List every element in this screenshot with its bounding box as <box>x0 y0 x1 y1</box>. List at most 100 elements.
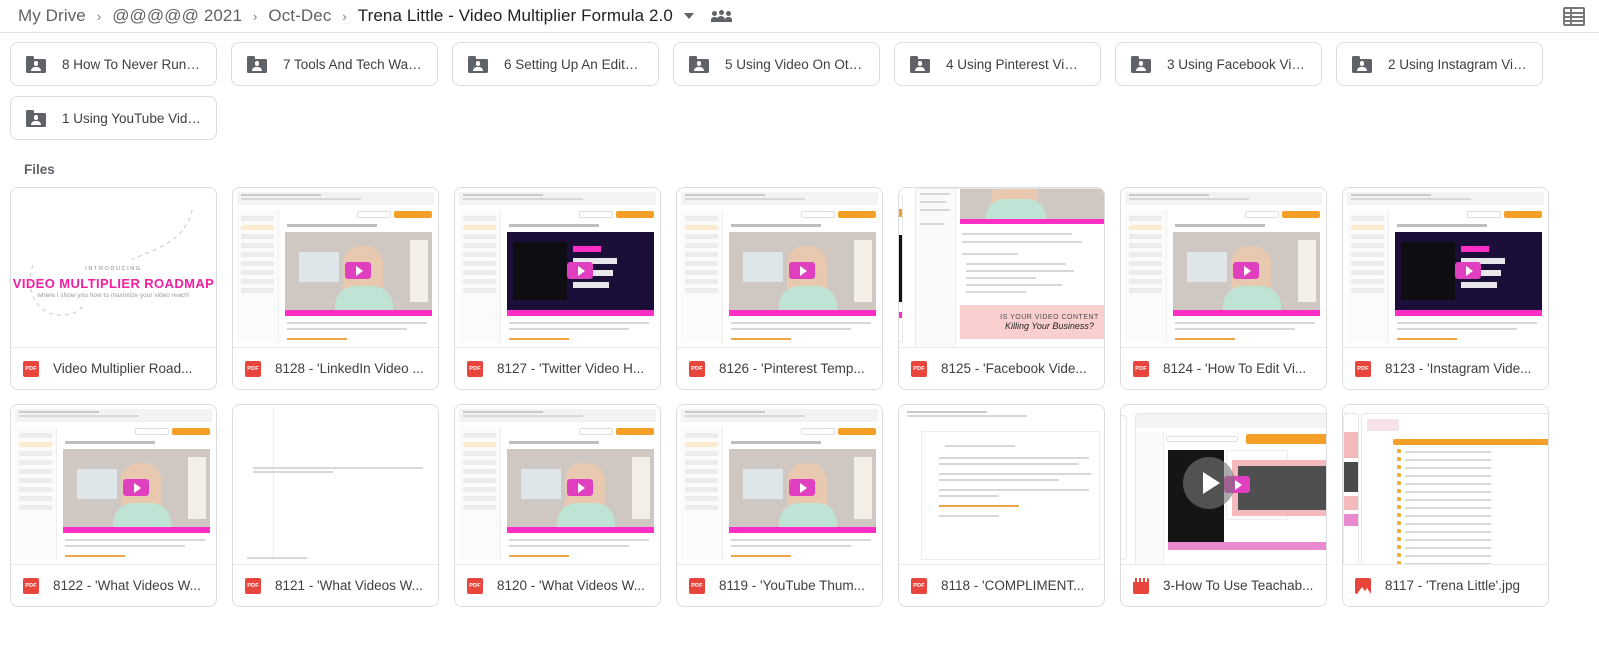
breadcrumb-separator: › <box>253 8 258 24</box>
file-name: 3-How To Use Teachab... <box>1163 578 1314 593</box>
folder-chip[interactable]: 1 Using YouTube Video <box>10 96 217 140</box>
folder-chip[interactable]: 7 Tools And Tech Walk... <box>231 42 438 86</box>
breadcrumb-item-year[interactable]: @@@@@ 2021 <box>112 6 242 26</box>
folder-chip[interactable]: 6 Setting Up An Editori... <box>452 42 659 86</box>
breadcrumb-item-current-folder[interactable]: Trena Little - Video Multiplier Formula … <box>358 6 673 26</box>
file-thumbnail <box>1343 405 1548 564</box>
file-card[interactable]: PDF 8122 - 'What Videos W... <box>10 404 217 607</box>
file-card[interactable]: 8117 - 'Trena Little'.jpg <box>1342 404 1549 607</box>
shared-folder-icon <box>689 55 709 73</box>
pdf-file-icon: PDF <box>467 577 483 594</box>
shared-folder-icon <box>247 55 267 73</box>
file-thumbnail <box>1121 405 1326 564</box>
file-card[interactable]: PDF 8119 - 'YouTube Thum... <box>676 404 883 607</box>
file-card[interactable]: PDF 8121 - 'What Videos W... <box>232 404 439 607</box>
file-card-footer: PDF 8122 - 'What Videos W... <box>11 564 216 606</box>
roadmap-intro: INTRODUCING <box>85 266 142 272</box>
file-card-footer: PDF 8121 - 'What Videos W... <box>233 564 438 606</box>
file-card[interactable]: 3-How To Use Teachab... <box>1120 404 1327 607</box>
pdf-file-icon: PDF <box>689 577 705 594</box>
shared-folder-icon <box>468 55 488 73</box>
folder-chip-label: 3 Using Facebook Video <box>1167 56 1306 72</box>
roadmap-subtitle: where I show you how to maximize your vi… <box>37 292 190 299</box>
file-name: 8119 - 'YouTube Thum... <box>719 578 865 593</box>
file-card[interactable]: INTRODUCING VIDEO MULTIPLIER ROADMAP where… <box>10 187 217 390</box>
file-name: Video Multiplier Road... <box>53 361 193 376</box>
video-page-preview <box>677 188 882 347</box>
file-card[interactable]: PDF 8124 - 'How To Edit Vi... <box>1120 187 1327 390</box>
play-icon[interactable] <box>789 262 815 279</box>
file-thumbnail <box>899 405 1104 564</box>
folder-chip[interactable]: 2 Using Instagram Vid... <box>1336 42 1543 86</box>
file-card[interactable]: PDF 8118 - 'COMPLIMENT... <box>898 404 1105 607</box>
file-card-footer: PDF 8123 - 'Instagram Vide... <box>1343 347 1548 389</box>
video-banner-preview: IS YOUR VIDEO CONTENT Killing Your Busine… <box>899 188 1104 347</box>
file-card-footer: PDF 8128 - 'LinkedIn Video ... <box>233 347 438 389</box>
folder-chip[interactable]: 5 Using Video On Othe... <box>673 42 880 86</box>
list-view-icon[interactable] <box>1563 6 1585 26</box>
video-file-icon <box>1133 577 1149 594</box>
video-page-preview <box>455 188 660 347</box>
pdf-file-icon: PDF <box>23 577 39 594</box>
play-icon[interactable] <box>567 262 593 279</box>
breadcrumb-item-my-drive[interactable]: My Drive <box>18 6 86 26</box>
top-bar: My Drive › @@@@@ 2021 › Oct-Dec › Trena … <box>0 0 1599 33</box>
file-thumbnail <box>455 188 660 347</box>
file-card-footer: PDF 8119 - 'YouTube Thum... <box>677 564 882 606</box>
file-card-footer: 3-How To Use Teachab... <box>1121 564 1326 606</box>
file-name: 8126 - 'Pinterest Temp... <box>719 361 865 376</box>
play-icon[interactable] <box>123 479 149 496</box>
video-page-preview <box>1343 188 1548 347</box>
play-icon[interactable] <box>567 479 593 496</box>
folder-chip[interactable]: 3 Using Facebook Video <box>1115 42 1322 86</box>
file-thumbnail <box>11 405 216 564</box>
pdf-file-icon: PDF <box>1133 360 1149 377</box>
file-thumbnail <box>1343 188 1548 347</box>
file-card[interactable]: IS YOUR VIDEO CONTENT Killing Your Busine… <box>898 187 1105 390</box>
pdf-file-icon: PDF <box>245 577 261 594</box>
chevron-down-icon[interactable] <box>683 13 694 19</box>
shared-folder-icon <box>26 109 46 127</box>
file-card-footer: 8117 - 'Trena Little'.jpg <box>1343 564 1548 606</box>
file-thumbnail <box>233 405 438 564</box>
file-name: 8117 - 'Trena Little'.jpg <box>1385 578 1520 593</box>
play-icon[interactable] <box>1233 262 1259 279</box>
shared-folder-icon <box>910 55 930 73</box>
folder-chip[interactable]: 4 Using Pinterest Video <box>894 42 1101 86</box>
file-thumbnail: IS YOUR VIDEO CONTENT Killing Your Busine… <box>899 188 1104 347</box>
play-icon[interactable] <box>789 479 815 496</box>
folder-chip-label: 6 Setting Up An Editori... <box>504 56 643 72</box>
file-name: 8121 - 'What Videos W... <box>275 578 423 593</box>
breadcrumb-separator: › <box>342 8 347 24</box>
file-name: 8123 - 'Instagram Vide... <box>1385 361 1532 376</box>
file-card[interactable]: PDF 8120 - 'What Videos W... <box>454 404 661 607</box>
video-file-preview <box>1121 405 1326 564</box>
folder-chip-label: 2 Using Instagram Vid... <box>1388 56 1527 72</box>
video-page-preview <box>1121 188 1326 347</box>
file-card[interactable]: PDF 8123 - 'Instagram Vide... <box>1342 187 1549 390</box>
folder-chip-label: 8 How To Never Run O... <box>62 56 201 72</box>
file-card[interactable]: PDF 8128 - 'LinkedIn Video ... <box>232 187 439 390</box>
pdf-file-icon: PDF <box>245 360 261 377</box>
video-page-preview <box>677 405 882 564</box>
file-name: 8128 - 'LinkedIn Video ... <box>275 361 424 376</box>
image-file-icon <box>1355 577 1371 594</box>
play-circle-icon[interactable] <box>1183 457 1235 509</box>
pdf-file-icon: PDF <box>911 360 927 377</box>
shared-folder-icon <box>26 55 46 73</box>
breadcrumb-item-quarter[interactable]: Oct-Dec <box>268 6 331 26</box>
file-name: 8118 - 'COMPLIMENT... <box>941 578 1085 593</box>
file-card[interactable]: PDF 8127 - 'Twitter Video H... <box>454 187 661 390</box>
play-icon[interactable] <box>1455 262 1481 279</box>
people-icon <box>710 8 732 24</box>
banner-line-2: Killing Your Business? <box>1005 320 1094 331</box>
play-icon[interactable] <box>345 262 371 279</box>
list-page-preview <box>1343 405 1548 564</box>
text-document-preview <box>899 405 1104 564</box>
file-name: 8122 - 'What Videos W... <box>53 578 201 593</box>
file-card[interactable]: PDF 8126 - 'Pinterest Temp... <box>676 187 883 390</box>
file-thumbnail <box>455 405 660 564</box>
file-name: 8120 - 'What Videos W... <box>497 578 645 593</box>
file-thumbnail <box>677 188 882 347</box>
folder-chip[interactable]: 8 How To Never Run O... <box>10 42 217 86</box>
